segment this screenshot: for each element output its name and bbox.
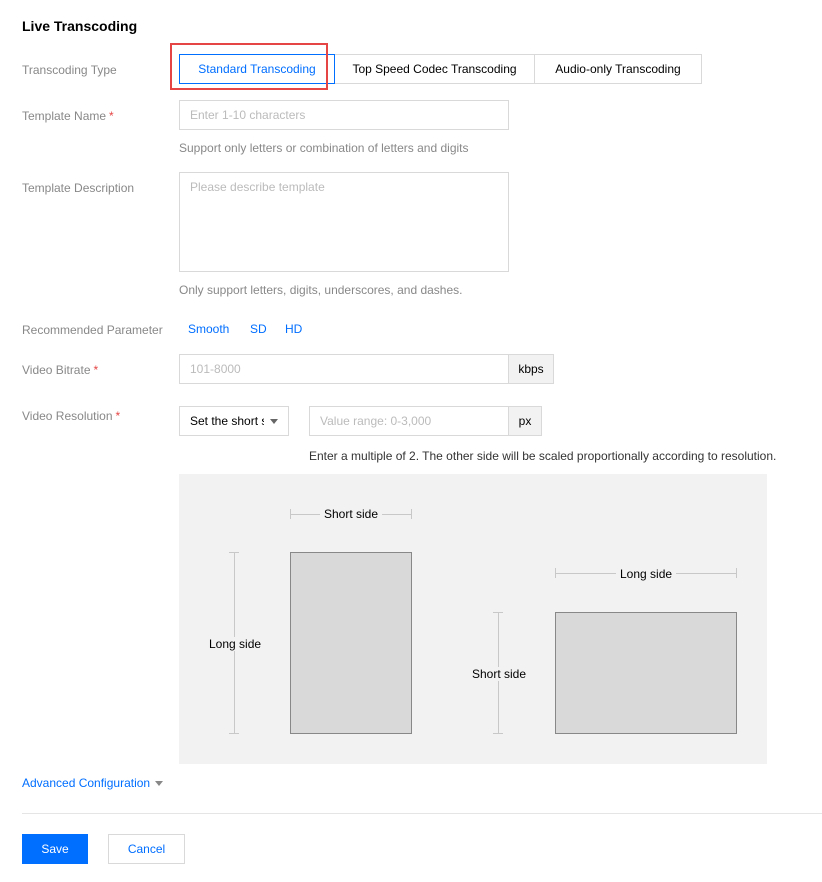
video-bitrate-label: Video Bitrate *: [22, 362, 98, 378]
landscape-frame: [555, 612, 737, 734]
portrait-long-side-label: Long side: [205, 637, 266, 651]
advanced-configuration-toggle[interactable]: Advanced Configuration: [22, 776, 164, 790]
portrait-long-side-tick-top: [229, 552, 239, 553]
video-bitrate-unit: kbps: [508, 354, 554, 384]
resolution-help: Enter a multiple of 2. The other side wi…: [309, 449, 777, 463]
landscape-short-side-tick-top: [493, 612, 503, 613]
template-description-label: Template Description: [22, 181, 135, 195]
page-title: Live Transcoding: [22, 18, 138, 34]
video-resolution-label: Video Resolution *: [22, 408, 120, 424]
landscape-long-side-tick-left: [555, 568, 556, 578]
tab-top-speed-codec-transcoding[interactable]: Top Speed Codec Transcoding: [334, 54, 535, 84]
resolution-diagram: Short side Long side Long side Short sid…: [179, 474, 767, 764]
template-name-label-text: Template Name: [22, 109, 107, 123]
template-description-help: Only support letters, digits, underscore…: [179, 283, 463, 297]
resolution-side-select-value: Set the short s: [190, 414, 264, 428]
required-mark: *: [93, 363, 99, 377]
template-description-textarea[interactable]: [179, 172, 509, 272]
landscape-long-side-label: Long side: [616, 567, 677, 581]
tab-audio-only-transcoding[interactable]: Audio-only Transcoding: [534, 54, 702, 84]
landscape-long-side-tick-right: [736, 568, 737, 578]
footer-divider: [22, 813, 822, 814]
video-resolution-label-text: Video Resolution: [22, 409, 113, 423]
required-mark: *: [115, 409, 121, 423]
transcoding-type-label: Transcoding Type: [22, 63, 117, 77]
caret-down-icon: [270, 418, 278, 424]
portrait-frame: [290, 552, 412, 734]
video-bitrate-label-text: Video Bitrate: [22, 363, 91, 377]
advanced-configuration-label: Advanced Configuration: [22, 776, 151, 790]
preset-smooth-link[interactable]: Smooth: [188, 322, 229, 336]
recommended-parameter-label: Recommended Parameter: [22, 323, 163, 337]
landscape-short-side-label: Short side: [468, 667, 531, 681]
cancel-button[interactable]: Cancel: [108, 834, 185, 864]
save-button[interactable]: Save: [22, 834, 88, 864]
template-name-input[interactable]: [179, 100, 509, 130]
video-bitrate-input[interactable]: [179, 354, 509, 384]
preset-hd-link[interactable]: HD: [285, 322, 302, 336]
portrait-short-side-tick-right: [411, 509, 412, 519]
portrait-short-side-label: Short side: [320, 507, 383, 521]
landscape-short-side-tick-bottom: [493, 733, 503, 734]
template-name-label: Template Name *: [22, 108, 114, 124]
template-name-help: Support only letters or combination of l…: [179, 141, 469, 155]
preset-sd-link[interactable]: SD: [250, 322, 267, 336]
resolution-unit: px: [508, 406, 542, 436]
portrait-long-side-tick-bottom: [229, 733, 239, 734]
required-mark: *: [109, 109, 114, 123]
resolution-side-select[interactable]: Set the short s: [179, 406, 289, 436]
resolution-value-input[interactable]: [309, 406, 509, 436]
portrait-short-side-tick-left: [290, 509, 291, 519]
caret-down-icon: [155, 780, 164, 786]
tab-standard-transcoding[interactable]: Standard Transcoding: [179, 54, 335, 84]
